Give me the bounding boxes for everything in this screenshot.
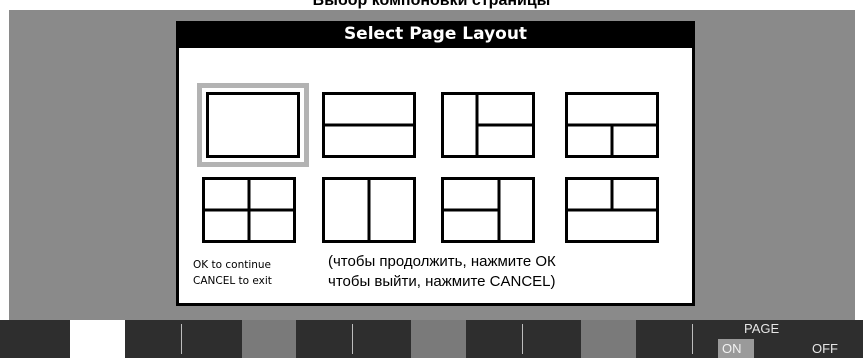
dialog-body: OK to continue CANCEL to exit (чтобы про… bbox=[179, 48, 692, 303]
layout-option-two-vertical[interactable] bbox=[322, 177, 416, 243]
layout-option-single[interactable] bbox=[197, 83, 309, 167]
page-off-label: OFF bbox=[812, 341, 838, 356]
layout-option-two-top-bottom[interactable] bbox=[565, 177, 659, 243]
caption: Выбор компоновки страницы bbox=[0, 0, 863, 10]
layout-option-left-two-right[interactable] bbox=[441, 92, 535, 158]
layout-option-quad[interactable] bbox=[202, 177, 296, 243]
softkey-1-white-block[interactable] bbox=[70, 320, 125, 358]
page-on-label: ON bbox=[722, 341, 742, 356]
softkey-4-gray-block[interactable] bbox=[581, 320, 636, 358]
translation-ok: (чтобы продолжить, нажмите ОК bbox=[328, 253, 556, 270]
translation-cancel: чтобы выйти, нажмите CANCEL) bbox=[328, 273, 556, 290]
select-page-layout-dialog: Select Page Layout OK to continue CANCEL… bbox=[176, 21, 695, 306]
layout-option-two-left-right[interactable] bbox=[441, 177, 535, 243]
layout-option-top-two-bottom[interactable] bbox=[565, 92, 659, 158]
softkey-separator bbox=[692, 324, 693, 354]
softkey-2-gray-block[interactable] bbox=[242, 320, 296, 358]
softkey-separator bbox=[352, 324, 353, 354]
hint-ok: OK to continue bbox=[193, 259, 272, 271]
softkey-3-gray-block[interactable] bbox=[411, 320, 466, 358]
layout-option-two-horizontal[interactable] bbox=[322, 92, 416, 158]
hint-cancel: CANCEL to exit bbox=[193, 275, 272, 287]
softkey-bar: PAGE ON OFF bbox=[0, 320, 863, 358]
hint-text: OK to continue CANCEL to exit bbox=[193, 257, 272, 289]
translation-text: (чтобы продолжить, нажмите ОК чтобы выйт… bbox=[328, 252, 556, 292]
instrument-screen: Select Page Layout OK to continue CANCEL… bbox=[9, 10, 855, 320]
caption-text: Выбор компоновки страницы bbox=[312, 0, 551, 9]
softkey-separator bbox=[522, 324, 523, 354]
page-label: PAGE bbox=[744, 321, 780, 336]
dialog-title: Select Page Layout bbox=[343, 24, 528, 44]
softkey-separator bbox=[181, 324, 182, 354]
